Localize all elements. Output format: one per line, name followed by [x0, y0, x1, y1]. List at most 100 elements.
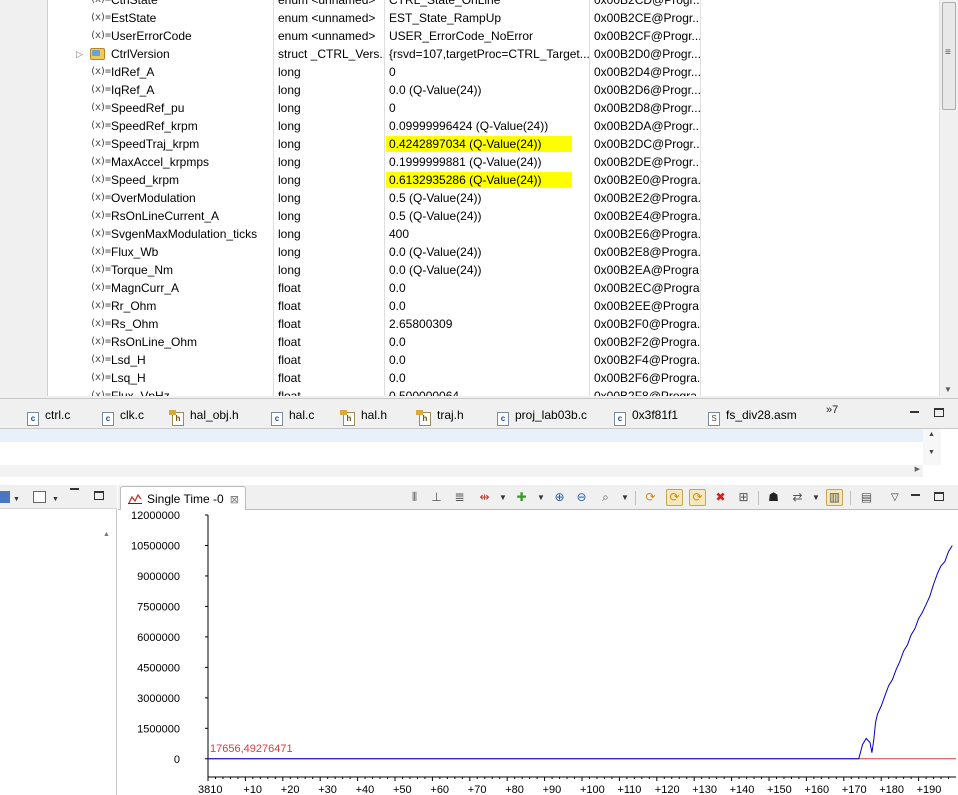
maximize-icon[interactable]	[94, 491, 104, 500]
table-row[interactable]: (x)= UserErrorCode enum <unnamed> USER_Erro…	[48, 27, 939, 45]
expression-value-cell[interactable]: EST_State_RampUp	[385, 9, 590, 27]
scrollbar-thumb[interactable]	[942, 2, 956, 110]
expression-name-cell[interactable]: (x)= EstState	[48, 9, 274, 27]
maximize-icon[interactable]	[934, 408, 945, 417]
expression-value-cell[interactable]: 0.0 (Q-Value(24))	[385, 81, 590, 99]
expression-value-cell[interactable]: 0.0	[385, 351, 590, 369]
expression-value-cell[interactable]: 0.0	[385, 333, 590, 351]
editor-area[interactable]: ▲ ▼ ▶	[0, 429, 958, 485]
editor-tab[interactable]: c hal.c	[271, 407, 314, 426]
find-icon[interactable]: ☗	[765, 489, 782, 506]
properties-icon[interactable]: ▥	[826, 489, 843, 506]
scroll-down-icon[interactable]: ▼	[928, 449, 935, 456]
expression-name-cell[interactable]: (x)= Torque_Nm	[48, 261, 274, 279]
more-tabs-button[interactable]: »7	[826, 404, 838, 416]
table-row[interactable]: (x)= IdRef_A long 0 0x00B2D4@Progr...	[48, 63, 939, 81]
chevron-down-icon[interactable]: ▼	[537, 489, 545, 506]
expression-value-cell[interactable]: 0.09999996424 (Q-Value(24))	[385, 117, 590, 135]
expression-name-cell[interactable]: (x)= Flux_VpHz	[48, 387, 274, 396]
table-row[interactable]: (x)= MaxAccel_krpmps long 0.1999999881 (Q-V…	[48, 153, 939, 171]
zoom-fit-icon[interactable]: ⌕	[597, 489, 614, 506]
table-row[interactable]: (x)= SvgenMaxModulation_ticks long 400 0x00B…	[48, 225, 939, 243]
expressions-scrollbar[interactable]: ▼	[939, 0, 958, 396]
editor-horizontal-scrollbar[interactable]: ▶	[0, 465, 923, 477]
chevron-down-icon[interactable]: ▼	[13, 496, 20, 503]
expression-name-cell[interactable]: (x)= Lsd_H	[48, 351, 274, 369]
continuous-refresh-icon[interactable]: ⟳	[666, 489, 683, 506]
expression-name-cell[interactable]: (x)=CtrlState	[48, 0, 274, 9]
measure-icon[interactable]: ⇹	[476, 489, 493, 506]
expression-value-cell[interactable]: 0.5 (Q-Value(24))	[385, 189, 590, 207]
editor-tab[interactable]: h traj.h	[416, 407, 464, 426]
table-row[interactable]: ▷ CtrlVersion struct _CTRL_Vers... {rsvd=10…	[48, 45, 939, 63]
expression-name-cell[interactable]: (x)= Rs_Ohm	[48, 315, 274, 333]
auto-scale-icon[interactable]: ⟳	[689, 489, 706, 506]
editor-tab[interactable]: c 0x3f81f1	[614, 407, 678, 426]
table-row[interactable]: (x)= MagnCurr_A float 0.0 0x00B2EC@Progra...	[48, 279, 939, 297]
expression-value-cell[interactable]: 0.500000064	[385, 387, 590, 396]
table-row[interactable]: (x)= EstState enum <unnamed> EST_State_Ramp…	[48, 9, 939, 27]
editor-tab[interactable]: c proj_lab03b.c	[497, 407, 587, 426]
expression-name-cell[interactable]: (x)= IqRef_A	[48, 81, 274, 99]
expression-name-cell[interactable]: (x)= SpeedRef_krpm	[48, 117, 274, 135]
expression-name-cell[interactable]: (x)= RsOnLine_Ohm	[48, 333, 274, 351]
editor-vertical-scrollbar[interactable]: ▲ ▼	[923, 429, 941, 465]
expression-value-cell[interactable]: 0.0 (Q-Value(24))	[385, 261, 590, 279]
reset-graph-icon[interactable]: ✖	[712, 489, 729, 506]
expression-name-cell[interactable]: (x)= SpeedRef_pu	[48, 99, 274, 117]
table-row[interactable]: (x)= Lsd_H float 0.0 0x00B2F4@Progra...	[48, 351, 939, 369]
view-menu-icon[interactable]	[0, 491, 10, 503]
expression-value-cell[interactable]: 0.6132935286 (Q-Value(24))	[385, 171, 590, 189]
close-icon[interactable]: ⊠	[230, 494, 239, 506]
expression-name-cell[interactable]: (x)= Lsq_H	[48, 369, 274, 387]
maximize-icon[interactable]	[934, 492, 944, 501]
zoom-out-icon[interactable]: ⊖	[573, 489, 590, 506]
view-menu-icon[interactable]: ▽	[891, 489, 899, 506]
tab-single-time[interactable]: Single Time -0 ⊠	[120, 486, 246, 510]
table-row[interactable]: (x)= RsOnLineCurrent_A long 0.5 (Q-Value(24…	[48, 207, 939, 225]
new-window-icon[interactable]	[33, 491, 46, 503]
import-icon[interactable]: ⊞	[735, 489, 752, 506]
expression-value-cell[interactable]: 0.0	[385, 369, 590, 387]
chevron-down-icon[interactable]: ▼	[499, 489, 507, 506]
expression-name-cell[interactable]: (x)= Speed_krpm	[48, 171, 274, 189]
expression-value-cell[interactable]: {rsvd=107,targetProc=CTRL_Target...	[385, 45, 590, 63]
expression-name-cell[interactable]: (x)= IdRef_A	[48, 63, 274, 81]
time-graph[interactable]: 12000000 10500000 9000000 7500000 6000000 450…	[118, 510, 958, 795]
expression-value-cell[interactable]: 0.1999999881 (Q-Value(24))	[385, 153, 590, 171]
table-row[interactable]: (x)= Torque_Nm long 0.0 (Q-Value(24)) 0x00B2…	[48, 261, 939, 279]
layout-icon[interactable]: ▤	[858, 489, 875, 506]
align-left-icon[interactable]: ⫴	[406, 489, 423, 506]
table-row[interactable]: (x)= Rs_Ohm float 2.65800309 0x00B2F0@Progra…	[48, 315, 939, 333]
table-row[interactable]: (x)= IqRef_A long 0.0 (Q-Value(24)) 0x00B2D6…	[48, 81, 939, 99]
align-bars-icon[interactable]: ≣	[451, 489, 468, 506]
table-row[interactable]: (x)= RsOnLine_Ohm float 0.0 0x00B2F2@Progra.…	[48, 333, 939, 351]
expression-value-cell[interactable]: 0.4242897034 (Q-Value(24))	[385, 135, 590, 153]
expression-name-cell[interactable]: (x)= RsOnLineCurrent_A	[48, 207, 274, 225]
minimize-icon[interactable]	[70, 488, 79, 490]
expression-name-cell[interactable]: ▷ CtrlVersion	[48, 45, 274, 63]
table-row[interactable]: (x)=CtrlStateenum <unnamed>CTRL_State_On…	[48, 0, 939, 9]
expand-arrow-icon[interactable]: ▷	[76, 45, 86, 63]
add-measurement-icon[interactable]: ✚	[513, 489, 530, 506]
expression-name-cell[interactable]: (x)= MagnCurr_A	[48, 279, 274, 297]
editor-tab[interactable]: h hal_obj.h	[169, 407, 239, 426]
minimize-icon[interactable]	[911, 494, 920, 496]
table-row[interactable]: (x)= SpeedRef_krpm long 0.09999996424 (Q-Va…	[48, 117, 939, 135]
table-row[interactable]: (x)= Lsq_H float 0.0 0x00B2F6@Progra...	[48, 369, 939, 387]
scroll-up-icon[interactable]: ▲	[928, 431, 935, 438]
expression-name-cell[interactable]: (x)= OverModulation	[48, 189, 274, 207]
expression-name-cell[interactable]: (x)= MaxAccel_krpmps	[48, 153, 274, 171]
scroll-down-icon[interactable]: ▼	[944, 385, 952, 394]
chevron-down-icon[interactable]: ▼	[52, 496, 59, 503]
scroll-right-icon[interactable]: ▶	[915, 465, 920, 473]
transfer-icon[interactable]: ⇄	[789, 489, 806, 506]
table-row[interactable]: (x)= OverModulation long 0.5 (Q-Value(24)) 0…	[48, 189, 939, 207]
expression-name-cell[interactable]: (x)= Rr_Ohm	[48, 297, 274, 315]
expression-value-cell[interactable]: USER_ErrorCode_NoError	[385, 27, 590, 45]
expression-name-cell[interactable]: (x)= SpeedTraj_krpm	[48, 135, 274, 153]
expression-value-cell[interactable]: 0	[385, 63, 590, 81]
editor-tab[interactable]: Sfs_div28.asm	[708, 407, 797, 426]
expression-value-cell[interactable]: CTRL_State_OnLine	[385, 0, 590, 9]
table-row[interactable]: (x)= SpeedTraj_krpm long 0.4242897034 (Q-Va…	[48, 135, 939, 153]
